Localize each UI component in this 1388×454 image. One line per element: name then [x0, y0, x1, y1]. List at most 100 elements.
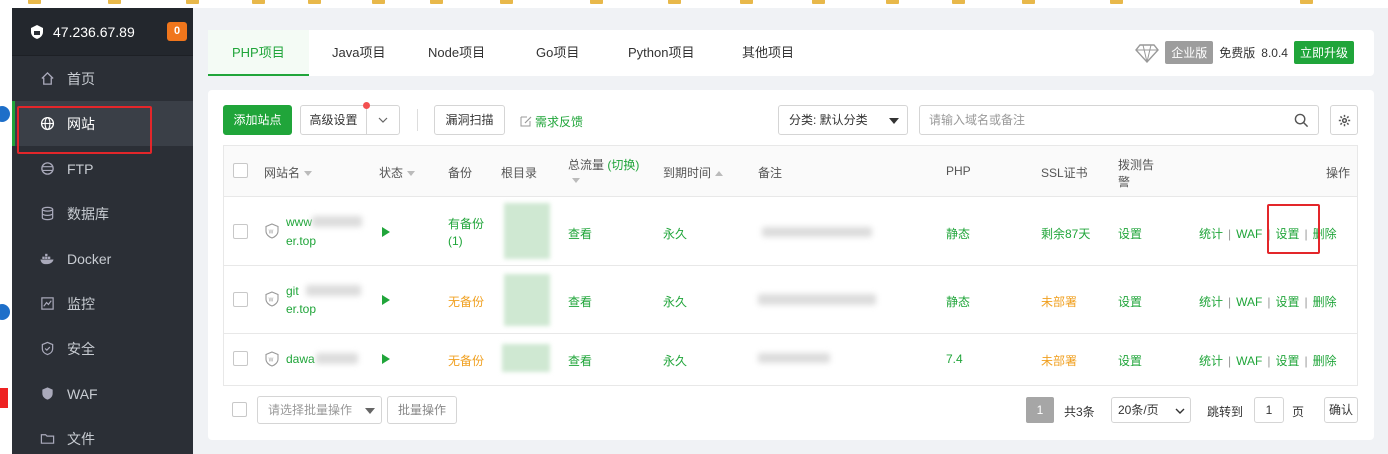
tab-go[interactable]: Go项目	[512, 30, 603, 76]
bookmark-folder-icon[interactable]	[430, 0, 444, 6]
delete-link[interactable]: 删除	[1313, 354, 1337, 368]
settings-link[interactable]: 设置	[1275, 227, 1299, 241]
waf-link[interactable]: WAF	[1236, 354, 1262, 368]
page-1-button[interactable]: 1	[1026, 397, 1054, 423]
upgrade-button[interactable]: 立即升级	[1293, 41, 1354, 64]
bookmark-folder-icon[interactable]	[668, 0, 682, 6]
row-checkbox[interactable]	[233, 351, 248, 366]
search-input[interactable]: 请输入域名或备注	[919, 105, 1319, 135]
running-status-icon[interactable]	[382, 354, 390, 364]
bookmark-folder-icon[interactable]	[108, 0, 122, 6]
bookmark-folder-icon[interactable]	[252, 0, 266, 6]
row-checkbox[interactable]	[233, 224, 248, 239]
search-icon[interactable]	[1294, 113, 1309, 128]
waf-link[interactable]: WAF	[1236, 227, 1262, 241]
col-traffic[interactable]: 总流量 (切换)	[568, 156, 639, 173]
row-checkbox[interactable]	[233, 292, 248, 307]
footer-select-all-checkbox[interactable]	[232, 402, 247, 417]
vulnerability-scan-button[interactable]: 漏洞扫描	[434, 105, 505, 135]
expire-value[interactable]: 永久	[663, 352, 687, 369]
bookmark-folder-icon[interactable]	[590, 0, 604, 6]
bookmark-folder-icon[interactable]	[740, 0, 754, 6]
traffic-view-link[interactable]: 查看	[568, 293, 592, 310]
backup-link[interactable]: 有备份	[448, 215, 484, 232]
notification-badge[interactable]: 0	[167, 22, 187, 41]
expire-value[interactable]: 永久	[663, 225, 687, 242]
col-name[interactable]: 网站名	[264, 164, 313, 181]
stats-link[interactable]: 统计	[1199, 227, 1223, 241]
tab-php[interactable]: PHP项目	[208, 30, 309, 76]
page-size-select[interactable]: 20条/页	[1111, 397, 1191, 423]
sidebar-item-docker[interactable]: Docker	[12, 236, 193, 281]
bookmark-folder-icon[interactable]	[372, 0, 386, 6]
select-all-checkbox[interactable]	[233, 163, 248, 178]
tab-other[interactable]: 其他项目	[718, 30, 818, 76]
expire-value[interactable]: 永久	[663, 293, 687, 310]
goto-confirm-button[interactable]: 确认	[1324, 397, 1358, 423]
advanced-settings-button[interactable]: 高级设置	[300, 105, 367, 135]
php-version[interactable]: 静态	[946, 293, 970, 310]
sidebar-item-ftp[interactable]: FTP	[12, 146, 193, 191]
bookmark-folder-icon[interactable]	[812, 0, 826, 6]
ssl-status[interactable]: 未部署	[1041, 293, 1077, 310]
alert-settings-link[interactable]: 设置	[1118, 293, 1142, 310]
php-version[interactable]: 静态	[946, 225, 970, 242]
site-name-link[interactable]: git	[286, 284, 299, 298]
site-name-link[interactable]: dawa	[286, 352, 315, 366]
traffic-view-link[interactable]: 查看	[568, 225, 592, 242]
advanced-dropdown-button[interactable]	[366, 105, 400, 135]
sidebar-item-home[interactable]: 首页	[12, 56, 193, 101]
sidebar-item-monitor[interactable]: 监控	[12, 281, 193, 326]
alert-settings-link[interactable]: 设置	[1118, 225, 1142, 242]
tab-node[interactable]: Node项目	[404, 30, 509, 76]
sidebar-item-database[interactable]: 数据库	[12, 191, 193, 236]
batch-operation-select[interactable]: 请选择批量操作	[257, 396, 382, 424]
backup-link[interactable]: 无备份	[448, 293, 484, 310]
backup-link[interactable]: 无备份	[448, 352, 484, 369]
tab-python[interactable]: Python项目	[604, 30, 718, 76]
ssl-status[interactable]: 剩余87天	[1041, 225, 1090, 242]
delete-link[interactable]: 删除	[1313, 295, 1337, 309]
tab-java[interactable]: Java项目	[308, 30, 409, 76]
traffic-switch-link[interactable]: (切换)	[607, 158, 639, 172]
category-select[interactable]: 分类: 默认分类	[778, 105, 908, 135]
site-name-link-line2[interactable]: er.top	[286, 302, 316, 316]
table-settings-button[interactable]	[1330, 105, 1358, 135]
bookmark-folder-icon[interactable]	[186, 0, 200, 6]
running-status-icon[interactable]	[382, 227, 390, 237]
col-status[interactable]: 状态	[379, 164, 416, 181]
sidebar-item-website[interactable]: 网站	[12, 101, 193, 146]
add-site-button[interactable]: 添加站点	[223, 105, 292, 135]
site-name-link-line2[interactable]: er.top	[286, 234, 316, 248]
bookmark-folder-icon[interactable]	[1110, 0, 1124, 6]
backup-count[interactable]: (1)	[448, 234, 463, 248]
enterprise-chip[interactable]: 企业版	[1165, 41, 1214, 64]
sidebar-item-security[interactable]: 安全	[12, 326, 193, 371]
bookmark-folder-icon[interactable]	[1300, 0, 1314, 6]
batch-operation-button[interactable]: 批量操作	[387, 396, 457, 424]
alert-settings-link[interactable]: 设置	[1118, 352, 1142, 369]
bookmark-folder-icon[interactable]	[500, 0, 514, 6]
bookmark-folder-icon[interactable]	[952, 0, 966, 6]
bookmark-folder-icon[interactable]	[1022, 0, 1036, 6]
stats-link[interactable]: 统计	[1199, 354, 1223, 368]
traffic-view-link[interactable]: 查看	[568, 352, 592, 369]
site-name-link[interactable]: www	[286, 215, 312, 229]
php-version[interactable]: 7.4	[946, 352, 963, 366]
running-status-icon[interactable]	[382, 295, 390, 305]
sidebar-item-files[interactable]: 文件	[12, 416, 193, 454]
delete-link[interactable]: 删除	[1313, 227, 1337, 241]
ssl-status[interactable]: 未部署	[1041, 352, 1077, 369]
settings-link[interactable]: 设置	[1275, 354, 1299, 368]
settings-link[interactable]: 设置	[1275, 295, 1299, 309]
stats-link[interactable]: 统计	[1199, 295, 1223, 309]
waf-link[interactable]: WAF	[1236, 295, 1262, 309]
col-expire[interactable]: 到期时间	[663, 164, 724, 181]
bookmark-folder-icon[interactable]	[28, 0, 42, 6]
feedback-link[interactable]: 需求反馈	[520, 113, 583, 130]
bookmark-folder-icon[interactable]	[886, 0, 900, 6]
bookmark-folder-icon[interactable]	[308, 0, 322, 6]
sidebar-item-waf[interactable]: WAF	[12, 371, 193, 416]
sort-icon[interactable]	[572, 178, 580, 183]
goto-page-input[interactable]: 1	[1254, 397, 1284, 423]
